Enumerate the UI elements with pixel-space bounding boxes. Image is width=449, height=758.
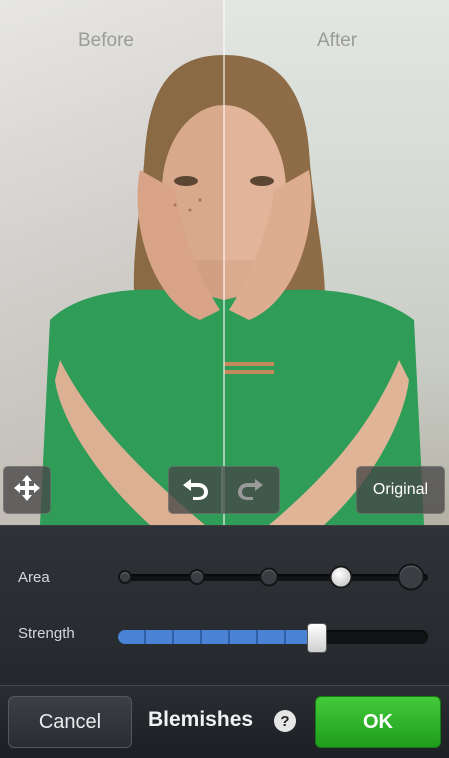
redo-button[interactable] bbox=[222, 466, 280, 514]
photo-preview[interactable]: Before After Original bbox=[0, 0, 449, 525]
adjustment-panel: Area Strength bbox=[0, 525, 449, 686]
move-arrows-icon bbox=[12, 473, 42, 508]
area-level-3[interactable] bbox=[259, 567, 279, 587]
ok-button[interactable]: OK bbox=[315, 696, 441, 748]
bottom-toolbar: Cancel Blemishes ? OK bbox=[0, 685, 449, 758]
help-icon[interactable]: ? bbox=[274, 710, 296, 732]
original-button[interactable]: Original bbox=[356, 466, 445, 514]
area-label: Area bbox=[18, 569, 50, 586]
compare-divider[interactable] bbox=[223, 0, 225, 525]
move-button[interactable] bbox=[3, 466, 51, 514]
cancel-button[interactable]: Cancel bbox=[8, 696, 132, 748]
before-image bbox=[0, 0, 286, 525]
area-level-2[interactable] bbox=[189, 569, 205, 585]
undo-button[interactable] bbox=[168, 466, 222, 514]
redo-icon bbox=[237, 476, 265, 505]
strength-slider-thumb[interactable] bbox=[307, 623, 327, 653]
before-label: Before bbox=[78, 30, 134, 51]
after-label: After bbox=[317, 30, 358, 51]
strength-slider-track[interactable] bbox=[118, 630, 428, 644]
area-level-4[interactable] bbox=[329, 565, 353, 589]
undo-icon bbox=[181, 476, 209, 505]
after-image bbox=[162, 0, 449, 525]
area-level-5[interactable] bbox=[397, 563, 425, 591]
tool-title: Blemishes bbox=[148, 708, 254, 731]
area-level-1[interactable] bbox=[118, 570, 132, 584]
strength-slider-fill bbox=[118, 630, 316, 644]
strength-label: Strength bbox=[18, 625, 75, 642]
